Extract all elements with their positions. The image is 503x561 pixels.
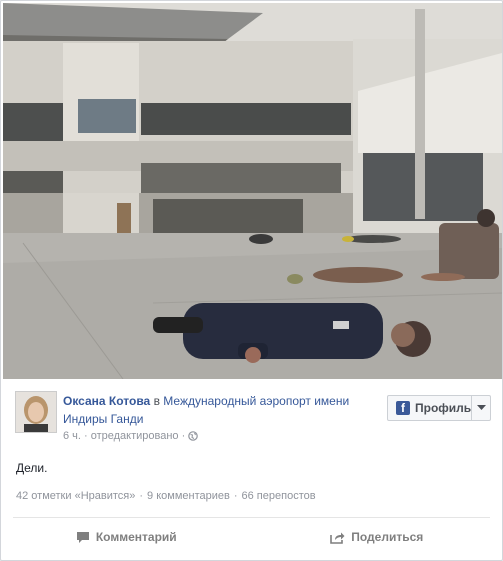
caret-down-icon[interactable] [472, 405, 490, 411]
comment-button[interactable]: Комментарий [1, 521, 252, 553]
post-title: Оксана Котова в Международный аэропорт и… [63, 392, 373, 428]
post-stats: 42 отметки «Нравится» · 9 комментариев · 66 … [16, 490, 316, 502]
post-meta: 6 ч. · отредактировано · [63, 430, 199, 442]
location-connector: в [153, 394, 160, 408]
post-actions: Комментарий Поделиться [1, 521, 502, 553]
profile-button[interactable]: f Профиль [387, 395, 491, 421]
author-name-link[interactable]: Оксана Котова [63, 394, 150, 408]
globe-icon[interactable] [188, 431, 199, 441]
post-card: Оксана Котова в Международный аэропорт и… [0, 0, 503, 561]
comment-icon [76, 531, 89, 543]
airport-photo-image [3, 3, 502, 379]
shares-count-link[interactable]: 66 перепостов [242, 490, 316, 502]
share-button[interactable]: Поделиться [252, 521, 503, 553]
share-button-label: Поделиться [351, 530, 424, 544]
avatar[interactable] [15, 391, 57, 433]
stats-separator: · [139, 490, 144, 502]
edited-label[interactable]: · отредактировано · [84, 430, 185, 442]
post-photo[interactable] [3, 3, 502, 379]
post-text: Дели. [16, 461, 48, 475]
facebook-logo-icon: f [396, 401, 410, 415]
profile-button-label: Профиль [415, 401, 472, 415]
avatar-image [16, 392, 56, 432]
actions-divider [13, 517, 490, 518]
profile-button-main[interactable]: f Профиль [388, 396, 473, 420]
likes-count-link[interactable]: 42 отметки «Нравится» [16, 490, 135, 502]
comment-button-label: Комментарий [95, 530, 177, 544]
comments-count-link[interactable]: 9 комментариев [147, 490, 230, 502]
post-header: Оксана Котова в Международный аэропорт и… [1, 379, 502, 449]
stats-separator: · [233, 490, 238, 502]
post-timestamp[interactable]: 6 ч. [63, 430, 81, 442]
share-icon [330, 532, 345, 544]
